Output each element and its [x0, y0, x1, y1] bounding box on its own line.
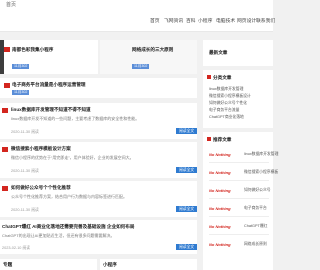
article-snippet: ChatGPT的出现让AI更加贴近生活，但还有很多问题需要解决。 [2, 233, 115, 238]
article-meta: 2023-02-10 阅读 [2, 246, 31, 250]
nav-item-home[interactable]: 首页 [150, 17, 160, 24]
article-meta: 2020-11-30 阅读 [11, 169, 39, 173]
wide-item-title[interactable]: 电子商务平台流量是小程序运营管理 [12, 82, 86, 88]
article-title[interactable]: ChatGPT爆红 AI商业化落地还需要完善及基础设施 企业如何布局 [2, 224, 134, 230]
flag-icon [4, 83, 10, 88]
no-image-placeholder: No Nothing [209, 152, 231, 157]
bottom-card-topic[interactable]: 专题 [0, 259, 97, 270]
sidebar-recommended: 推荐文章 No Nothing linux数据库开发管理 No Nothing … [203, 132, 278, 270]
no-image-placeholder: No Nothing [209, 188, 231, 193]
read-more-button[interactable]: 阅读全文 [176, 128, 198, 134]
sidebar-link[interactable]: 如何做好公众号个性化 [209, 101, 247, 106]
sidebar-section-title: 推荐文章 [213, 137, 232, 142]
article-title[interactable]: linux数据库开发管理不知道不得不知道 [11, 107, 91, 113]
no-image-placeholder: No Nothing [209, 224, 231, 229]
read-more-button[interactable]: 阅读全文 [176, 206, 198, 212]
flag-icon [4, 47, 10, 52]
wide-item-date: 11月302 [12, 90, 30, 95]
sidebar-link[interactable]: ChatGPT商业化落地 [209, 115, 244, 120]
no-image-placeholder: No Nothing [209, 242, 231, 247]
sidebar-link[interactable]: 电子商务平台 [244, 206, 267, 211]
flag-icon [2, 147, 8, 152]
no-image-placeholder: No Nothing [209, 170, 231, 175]
sidebar-section-title: 分类文章 [213, 75, 232, 80]
sidebar-link[interactable]: ChatGPT爆红 [244, 224, 267, 229]
featured-card-1[interactable]: 南都色彩我集小程序 11月302 [0, 40, 98, 74]
nav-item-miniapp[interactable]: 小程序 [198, 17, 212, 24]
divider [209, 234, 269, 235]
sidebar-link[interactable]: linux数据库开发管理 [244, 152, 278, 157]
divider [209, 180, 269, 181]
bottom-card-title[interactable]: 小程序 [103, 262, 117, 268]
article-card[interactable]: ChatGPT爆红 AI商业化落地还需要完善及基础设施 企业如何布局 ChatG… [0, 220, 198, 254]
article-title[interactable]: 如何做好公众号个个性化推荐 [11, 185, 71, 191]
sidebar-link[interactable]: 如何做好公众号 [244, 188, 271, 193]
divider [209, 198, 269, 199]
bookmark-icon [207, 75, 211, 79]
sidebar-latest: 最新文章 [203, 40, 273, 66]
article-snippet: 微信小程序的优势在于“用完即走”，用户体验好，企业的发展空间大。 [11, 155, 134, 160]
top-home-link[interactable]: 首页 [6, 1, 16, 8]
divider [209, 216, 269, 217]
read-more-button[interactable]: 阅读全文 [176, 244, 198, 250]
article-meta: 2020-11-30 阅读 [11, 208, 39, 212]
flag-icon [2, 108, 8, 113]
article-title[interactable]: 微信搜索小程序模板设计方案 [11, 146, 71, 152]
featured-date: 11月302 [132, 64, 150, 69]
article-card[interactable]: 如何做好公众号个个性化推荐 公众号个性化推荐方案，结合用户行为数据与内容标签进行… [0, 181, 198, 217]
bookmark-icon [207, 137, 211, 141]
sidebar-title: 最新文章 [209, 50, 228, 55]
divider [209, 162, 269, 163]
article-snippet: 公众号个性化推荐方案，结合用户行为数据与内容标签进行匹配。 [11, 194, 127, 199]
flag-icon [2, 186, 8, 191]
sidebar-link[interactable]: linux数据库开发管理 [209, 87, 243, 92]
bottom-card-miniapp[interactable]: 小程序 [100, 259, 197, 270]
sidebar-categories: 分类文章 linux数据库开发管理 微信搜索小程序模板设计 如何做好公众号个性化… [203, 70, 273, 128]
article-card[interactable]: linux数据库开发管理不知道不得不知道 linux数据库开发不知道的一些问题，… [0, 103, 198, 139]
sidebar-link[interactable]: 微信搜索小程序模板 [244, 170, 278, 175]
nav-item-news[interactable]: 飞网资讯 [164, 17, 183, 24]
featured-card-2[interactable]: 网络成长的三大原则 11月302 [100, 40, 197, 74]
sidebar-link[interactable]: 微信搜索小程序模板设计 [209, 94, 251, 99]
wide-item[interactable]: 电子商务平台流量是小程序运营管理 11月302 [0, 78, 197, 98]
bottom-card-title[interactable]: 专题 [3, 262, 12, 268]
article-snippet: linux数据库开发不知道的一些问题，主要考虑了数据库的安全性和性能。 [11, 116, 140, 121]
sidebar-link[interactable]: 电子商务平台流量 [209, 108, 239, 113]
featured-thumb [0, 40, 4, 74]
nav-item-computer[interactable]: 电脑技术 [216, 17, 235, 24]
article-meta: 2020-11-30 阅读 [11, 130, 39, 134]
featured-date: 11月302 [12, 64, 30, 69]
nav-item-wiki[interactable]: 百科 [186, 17, 196, 24]
main-nav: 首页 飞网资讯 百科 小程序 电脑技术 网页设计 联系我们 [0, 9, 275, 32]
nav-item-web[interactable]: 网页设计 [237, 17, 256, 24]
featured-title[interactable]: 网络成长的三大原则 [132, 47, 173, 53]
no-image-placeholder: No Nothing [209, 206, 231, 211]
nav-item-contact[interactable]: 联系我们 [256, 17, 275, 24]
read-more-button[interactable]: 阅读全文 [176, 167, 198, 173]
sidebar-link[interactable]: 网络成长原则 [244, 242, 267, 247]
featured-title[interactable]: 南都色彩我集小程序 [12, 47, 53, 53]
article-card[interactable]: 微信搜索小程序模板设计方案 微信小程序的优势在于“用完即走”，用户体验好，企业的… [0, 142, 198, 178]
